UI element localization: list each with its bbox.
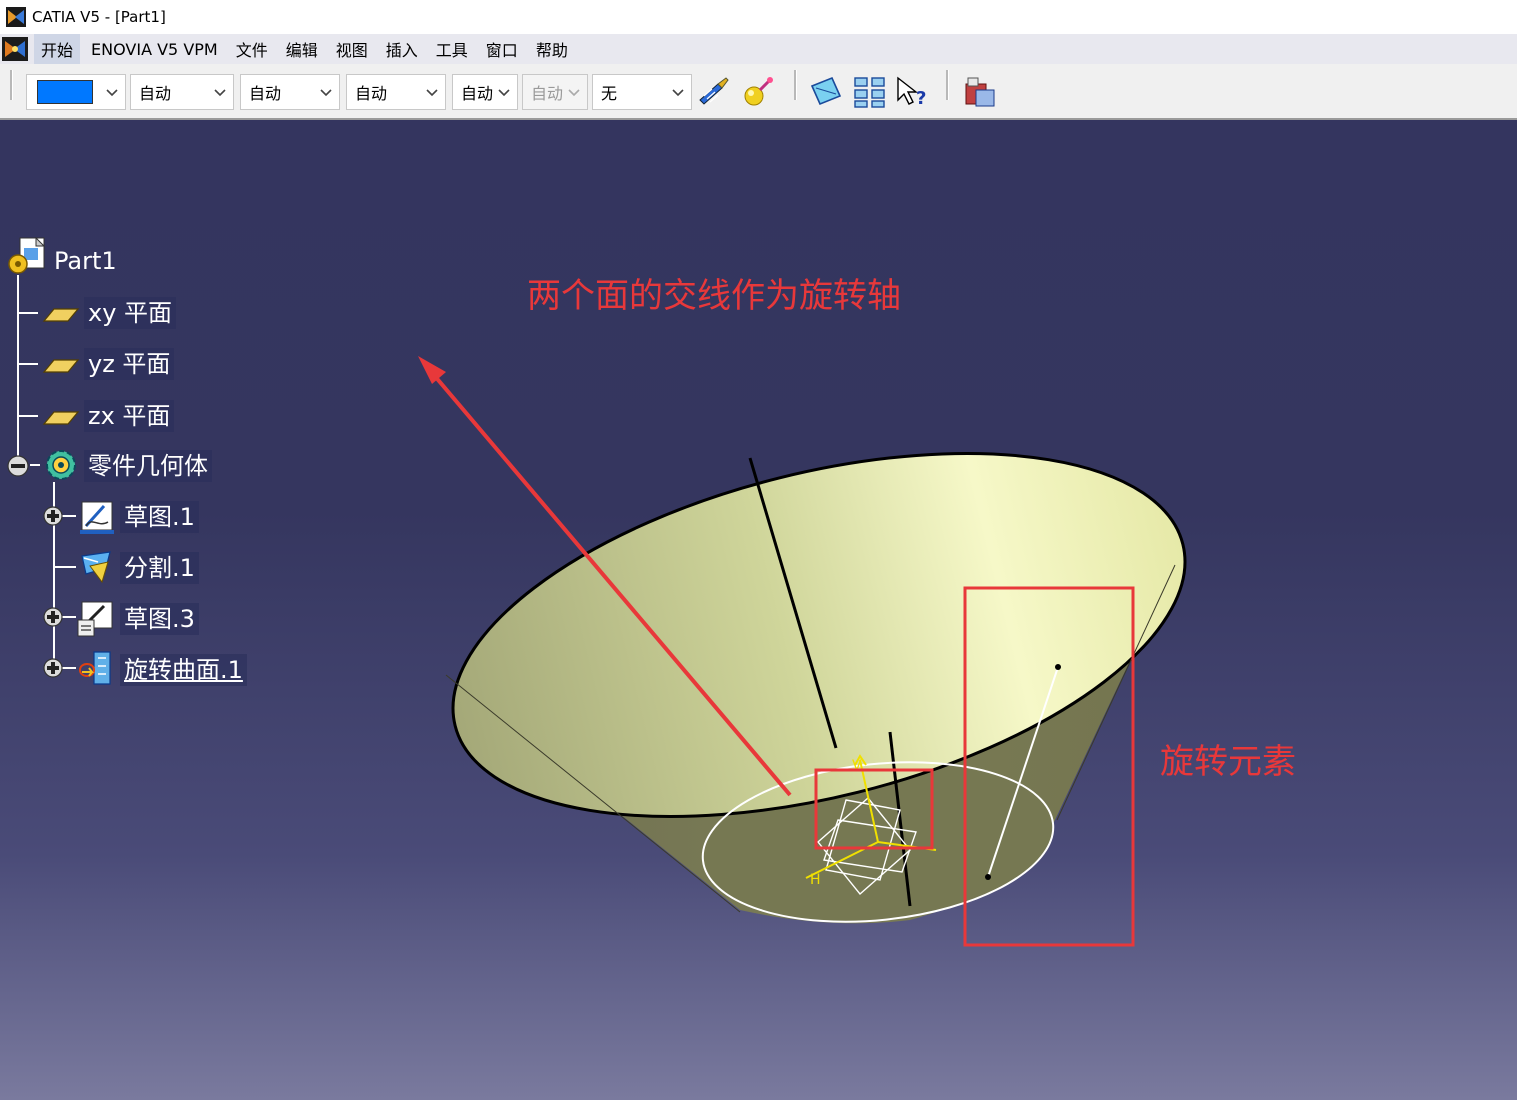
point-type-value: 自动	[461, 84, 494, 103]
element-annotation-label: 旋转元素	[1160, 742, 1296, 782]
graphic-properties-toolbar: 自动 自动 自动 自动 自动 无 ?	[0, 64, 1517, 120]
catia-app-icon	[6, 7, 26, 27]
layer-dropdown[interactable]: 无	[592, 74, 692, 110]
menu-bar: 开始 ENOVIA V5 VPM 文件 编辑 视图 插入 工具 窗口 帮助	[0, 34, 1517, 64]
menu-enovia[interactable]: ENOVIA V5 VPM	[84, 37, 225, 62]
axis-annotation-label: 两个面的交线作为旋转轴	[527, 276, 901, 316]
painter-brush-icon[interactable]	[696, 74, 732, 110]
chevron-down-icon	[672, 89, 684, 97]
menu-help[interactable]: 帮助	[529, 34, 575, 64]
revolved-surface-model[interactable]: V H	[0, 120, 1517, 1100]
line-thickness-dropdown[interactable]: 自动	[240, 74, 340, 110]
catia-logo-icon[interactable]	[2, 37, 28, 61]
menu-edit[interactable]: 编辑	[279, 34, 325, 64]
chevron-down-icon	[214, 89, 226, 97]
toolbar-separator	[946, 70, 949, 100]
catalog-box-icon[interactable]	[962, 74, 998, 110]
point-type-dropdown[interactable]: 自动	[452, 74, 518, 110]
chevron-down-icon	[320, 89, 332, 97]
layer-value: 无	[601, 84, 618, 103]
line-thickness-value: 自动	[249, 84, 282, 103]
transparency-dropdown[interactable]: 自动	[130, 74, 234, 110]
transparency-value: 自动	[139, 84, 172, 103]
menu-start[interactable]: 开始	[34, 34, 81, 64]
toolbar-separator	[10, 70, 13, 100]
annotation-arrow-head	[418, 356, 446, 384]
chevron-down-icon	[568, 89, 580, 97]
profile-endpoint	[985, 874, 991, 880]
grid-icon[interactable]	[852, 74, 888, 110]
menu-view[interactable]: 视图	[329, 34, 375, 64]
plane-select-icon[interactable]	[808, 74, 844, 110]
chevron-down-icon	[426, 89, 438, 97]
linetype-dropdown[interactable]: 自动	[346, 74, 446, 110]
rendering-style-value: 自动	[531, 84, 564, 103]
menu-file[interactable]: 文件	[229, 34, 275, 64]
chevron-down-icon	[498, 89, 510, 97]
svg-text:V: V	[852, 758, 862, 774]
3d-viewport[interactable]: Part1 xy 平面 yz 平面 zx 平面 零件几何体 草图.1 分割.1	[0, 120, 1517, 1100]
rendering-style-dropdown[interactable]: 自动	[522, 74, 588, 110]
menu-window[interactable]: 窗口	[479, 34, 525, 64]
profile-endpoint	[1055, 664, 1061, 670]
linetype-value: 自动	[355, 84, 388, 103]
svg-text:?: ?	[916, 88, 926, 109]
chevron-down-icon	[106, 89, 118, 97]
title-bar: CATIA V5 - [Part1]	[0, 0, 1517, 34]
sphere-wand-icon[interactable]	[740, 74, 776, 110]
window-title: CATIA V5 - [Part1]	[32, 8, 166, 26]
menu-tools[interactable]: 工具	[429, 34, 475, 64]
toolbar-separator	[794, 70, 797, 100]
menu-insert[interactable]: 插入	[379, 34, 425, 64]
svg-text:H: H	[810, 872, 821, 888]
color-dropdown[interactable]	[26, 74, 126, 110]
help-pointer-icon[interactable]: ?	[894, 74, 930, 110]
color-swatch	[37, 80, 93, 104]
